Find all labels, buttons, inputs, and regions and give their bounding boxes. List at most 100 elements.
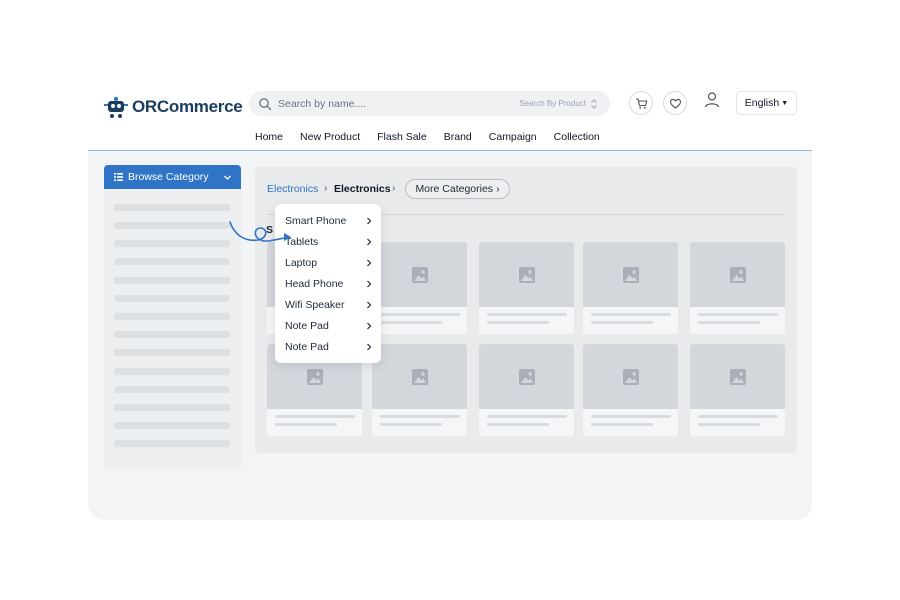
browse-category-label: Browse Category [128, 171, 209, 183]
category-placeholder [114, 404, 230, 411]
text-placeholder [591, 313, 671, 316]
chevron-right-icon [366, 217, 372, 225]
dropdown-item[interactable]: Head Phone [275, 273, 381, 294]
more-categories-button[interactable]: More Categories › [405, 179, 510, 199]
nav-home[interactable]: Home [255, 131, 283, 143]
dropdown-item[interactable]: Note Pad [275, 315, 381, 336]
chevron-right-icon [366, 238, 372, 246]
category-placeholder [114, 295, 230, 302]
product-card-placeholder[interactable] [372, 242, 467, 334]
nav-brand[interactable]: Brand [444, 131, 472, 143]
nav-flash-sale[interactable]: Flash Sale [377, 131, 427, 143]
chevron-right-icon [366, 343, 372, 351]
category-placeholder [114, 386, 230, 393]
chevron-right-icon: › [392, 183, 396, 194]
image-placeholder-icon [411, 368, 428, 385]
category-placeholder [114, 277, 230, 284]
product-image [479, 344, 574, 409]
search-input[interactable] [278, 97, 520, 110]
nav-new-product[interactable]: New Product [300, 131, 360, 143]
category-placeholder [114, 258, 230, 265]
product-card-placeholder[interactable] [479, 344, 574, 436]
text-placeholder [275, 415, 355, 418]
image-placeholder-icon [729, 368, 746, 385]
text-placeholder [380, 313, 460, 316]
main-nav: Home New Product Flash Sale Brand Campai… [255, 131, 617, 143]
search-icon [258, 97, 272, 111]
text-placeholder [487, 321, 549, 324]
more-categories-label: More Categories [415, 183, 494, 195]
product-card-placeholder[interactable] [583, 242, 678, 334]
chevron-down-icon [223, 173, 232, 182]
category-placeholder [114, 222, 230, 229]
pointer-arrow-icon [229, 221, 291, 242]
dropdown-item[interactable]: Note Pad [275, 336, 381, 357]
text-placeholder [698, 415, 778, 418]
account-button[interactable] [703, 91, 721, 109]
dropdown-item[interactable]: Wifi Speaker [275, 294, 381, 315]
nav-campaign[interactable]: Campaign [489, 131, 537, 143]
browse-category-button[interactable]: Browse Category [104, 165, 241, 189]
text-placeholder [591, 415, 671, 418]
product-image [583, 344, 678, 409]
product-card-placeholder[interactable] [690, 344, 785, 436]
category-placeholder [114, 368, 230, 375]
chevron-right-icon: › [324, 183, 328, 194]
breadcrumb-current: Electronics [334, 183, 391, 195]
dropdown-item-label: Laptop [285, 256, 318, 269]
text-placeholder [275, 423, 337, 426]
image-placeholder-icon [306, 368, 323, 385]
product-image [583, 242, 678, 307]
user-icon [704, 92, 720, 108]
category-placeholder [114, 204, 230, 211]
cart-button[interactable] [629, 91, 653, 115]
image-placeholder-icon [622, 368, 639, 385]
image-placeholder-icon [622, 266, 639, 283]
chevron-right-icon [366, 259, 372, 267]
chevron-right-icon [366, 322, 372, 330]
dropdown-item-label: Head Phone [285, 277, 344, 290]
product-card-placeholder[interactable] [583, 344, 678, 436]
sort-arrows-icon[interactable] [590, 98, 598, 110]
image-placeholder-icon [411, 266, 428, 283]
chevron-right-icon [366, 280, 372, 288]
text-placeholder [380, 321, 442, 324]
nav-collection[interactable]: Collection [554, 131, 600, 143]
breadcrumb-electronics-link[interactable]: Electronics [267, 183, 318, 195]
category-placeholder [114, 240, 230, 247]
text-placeholder [698, 423, 760, 426]
text-placeholder [487, 415, 567, 418]
text-placeholder [380, 415, 460, 418]
product-card-placeholder[interactable] [479, 242, 574, 334]
image-placeholder-icon [518, 266, 535, 283]
cart-icon [635, 97, 647, 109]
language-label: English [744, 97, 780, 109]
dropdown-item-label: Wifi Speaker [285, 298, 345, 311]
dropdown-item-label: Note Pad [285, 319, 329, 332]
product-card-placeholder[interactable] [372, 344, 467, 436]
search-type-select[interactable]: Search By Product [519, 99, 586, 108]
brand-logo[interactable]: ORCommerce [103, 94, 243, 120]
caret-down-icon: ▼ [781, 99, 789, 107]
robot-logo-icon [104, 97, 128, 118]
list-icon [114, 173, 123, 181]
text-placeholder [698, 321, 760, 324]
text-placeholder [487, 423, 549, 426]
dropdown-item[interactable]: Laptop [275, 252, 381, 273]
text-placeholder [591, 321, 653, 324]
category-sidebar [104, 189, 241, 469]
text-placeholder [698, 313, 778, 316]
product-image [479, 242, 574, 307]
image-placeholder-icon [729, 266, 746, 283]
text-placeholder [487, 313, 567, 316]
language-select[interactable]: English ▼ [736, 91, 797, 115]
wishlist-button[interactable] [663, 91, 687, 115]
product-image [690, 344, 785, 409]
product-image [690, 242, 785, 307]
category-placeholder [114, 440, 230, 447]
product-card-placeholder[interactable] [690, 242, 785, 334]
heart-icon [669, 98, 681, 109]
image-placeholder-icon [518, 368, 535, 385]
search-bar[interactable]: Search By Product [249, 91, 610, 116]
product-image [372, 344, 467, 409]
